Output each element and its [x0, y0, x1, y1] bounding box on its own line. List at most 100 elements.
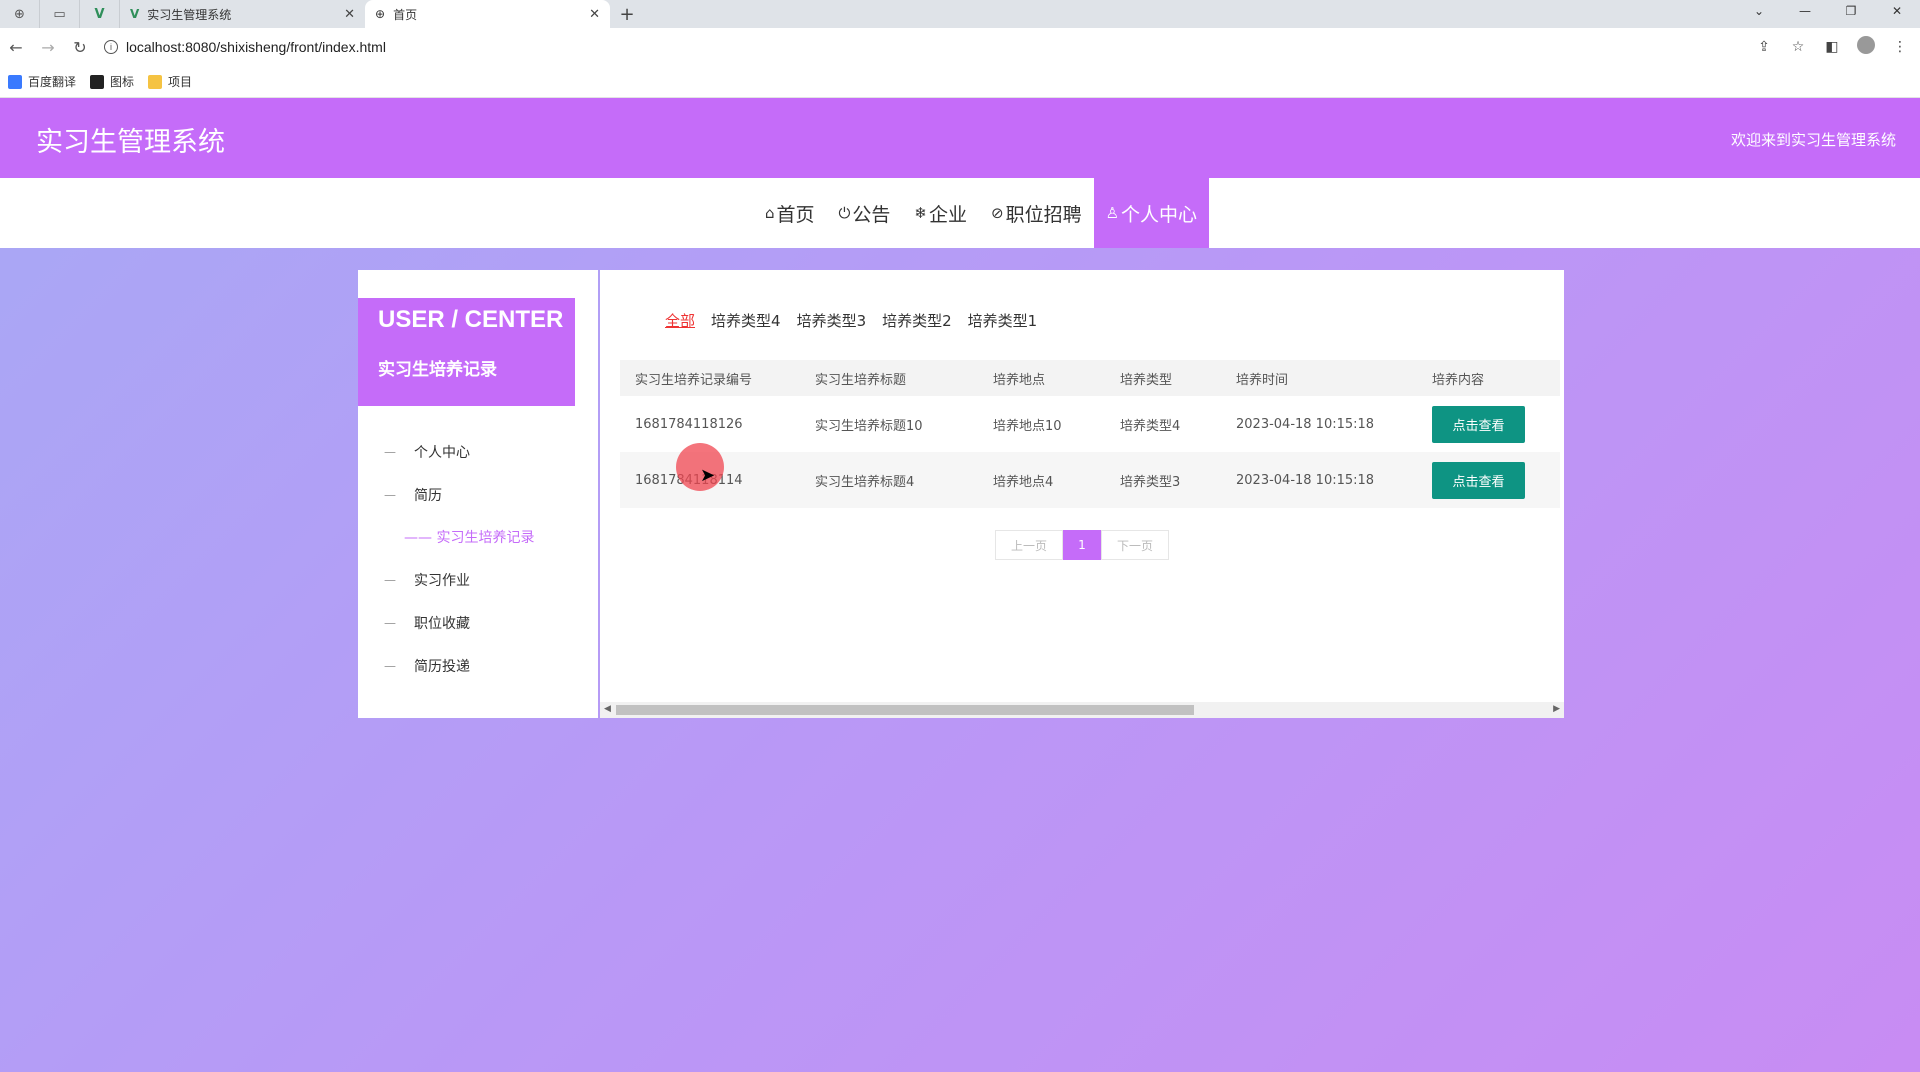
globe-icon[interactable]: ⊕ — [0, 0, 40, 28]
sidebar-item-label: 职位收藏 — [414, 615, 470, 632]
bookmark-icons[interactable]: 图标 — [90, 73, 134, 90]
browser-tab-home[interactable]: ⊕ 首页 ✕ — [365, 0, 610, 28]
view-button[interactable]: 点击查看 — [1432, 461, 1525, 499]
table-header: 实习生培养记录编号 实习生培养标题 培养地点 培养类型 培养时间 培养内容 — [620, 360, 1560, 396]
dash-icon: — — [384, 487, 396, 502]
user-sidebar: USER / CENTER 实习生培养记录 — 个人中心 — 简历 —— 实习生… — [358, 270, 598, 718]
reload-icon[interactable]: ↻ — [64, 38, 96, 57]
sidebar-item-resume[interactable]: — 简历 — [358, 473, 598, 516]
cell-type: 培养类型4 — [1120, 418, 1181, 434]
scroll-right-icon[interactable]: ▶ — [1553, 704, 1560, 714]
sidebar-item-label: 简历 — [414, 487, 442, 504]
info-icon[interactable]: i — [104, 40, 118, 54]
palette-icon: ⊘ — [990, 204, 1004, 222]
back-icon[interactable]: ← — [0, 38, 32, 57]
dash-icon: — — [384, 658, 396, 673]
prev-page-button[interactable]: 上一页 — [995, 530, 1063, 560]
cell-id: 1681784118126 — [635, 416, 743, 432]
cell-title: 实习生培养标题10 — [815, 418, 923, 434]
nav-label: 首页 — [776, 203, 815, 226]
tab-title: 首页 — [393, 7, 418, 22]
horizontal-scrollbar[interactable]: ◀ ▶ — [600, 702, 1564, 718]
share-icon[interactable]: ⇪ — [1754, 39, 1774, 55]
dash-icon: — — [384, 444, 396, 459]
sidebar-item-homework[interactable]: — 实习作业 — [358, 558, 598, 601]
column-header: 培养时间 — [1236, 372, 1289, 388]
new-tab-button[interactable]: + — [610, 0, 644, 28]
site-header: 实习生管理系统 欢迎来到实习生管理系统 — [0, 98, 1920, 178]
url-text[interactable]: localhost:8080/shixisheng/front/index.ht… — [126, 39, 386, 55]
minimize-icon[interactable]: — — [1782, 0, 1828, 24]
sidebar-item-label: 实习作业 — [414, 572, 470, 589]
bookmark-label: 项目 — [168, 75, 193, 89]
nav-label: 企业 — [928, 203, 967, 226]
column-header: 培养内容 — [1432, 372, 1485, 388]
cell-action: 点击查看 — [1432, 405, 1560, 443]
tab-close-icon[interactable]: ✕ — [589, 7, 600, 22]
nav-label: 公告 — [852, 203, 891, 226]
profile-avatar[interactable] — [1856, 36, 1876, 58]
browser-tab-system[interactable]: V 实习生管理系统 ✕ — [120, 0, 365, 28]
translate-icon — [8, 74, 22, 89]
cell-place: 培养地点4 — [993, 474, 1054, 490]
bookmarks-bar: 百度翻译 图标 项目 — [0, 66, 1920, 98]
nav-company[interactable]: ❄ 企业 — [902, 178, 979, 248]
filter-type-2[interactable]: 培养类型2 — [882, 310, 952, 331]
forward-icon[interactable]: → — [32, 38, 64, 57]
restore-icon[interactable]: ❐ — [1828, 0, 1874, 24]
vue-icon[interactable]: V — [80, 0, 120, 28]
filter-all[interactable]: 全部 — [665, 310, 695, 331]
cell-action: 点击查看 — [1432, 461, 1560, 499]
nav-home[interactable]: ⌂ 首页 — [753, 178, 827, 248]
folder-icon — [148, 74, 163, 89]
column-header: 实习生培养记录编号 — [635, 372, 753, 388]
content-panel: 全部 培养类型4 培养类型3 培养类型2 培养类型1 实习生培养记录编号 实习生… — [600, 270, 1564, 718]
mouse-cursor-icon: ➤ — [700, 465, 716, 486]
nav-jobs[interactable]: ⊘ 职位招聘 — [979, 178, 1094, 248]
image-icon — [90, 74, 105, 89]
sidebar-subitem-training-records[interactable]: —— 实习生培养记录 — [358, 516, 598, 558]
cell-type: 培养类型3 — [1120, 474, 1181, 490]
nav-notice[interactable]: ⏻ 公告 — [827, 178, 903, 248]
bookmark-baidu-translate[interactable]: 百度翻译 — [8, 73, 76, 90]
user-icon: ♙ — [1105, 204, 1120, 222]
column-header: 实习生培养标题 — [815, 372, 907, 388]
page-number-button[interactable]: 1 — [1063, 530, 1101, 560]
sidebar-subheading: 实习生培养记录 — [378, 360, 497, 380]
table-row: 1681784118114 实习生培养标题4 培养地点4 培养类型3 2023-… — [620, 452, 1560, 508]
scroll-left-icon[interactable]: ◀ — [604, 704, 611, 714]
view-button[interactable]: 点击查看 — [1432, 405, 1525, 443]
filter-type-4[interactable]: 培养类型4 — [711, 310, 781, 331]
sidebar-item-applications[interactable]: — 简历投递 — [358, 644, 598, 687]
tab-close-icon[interactable]: ✕ — [344, 7, 355, 22]
sidebar-heading: USER / CENTER — [378, 306, 564, 333]
filter-type-1[interactable]: 培养类型1 — [968, 310, 1038, 331]
dash-icon: — — [384, 572, 396, 587]
sidebar-menu: — 个人中心 — 简历 —— 实习生培养记录 — 实习作业 — 职位收藏 — 简… — [358, 430, 598, 687]
filter-type-3[interactable]: 培养类型3 — [797, 310, 867, 331]
star-icon[interactable]: ☆ — [1788, 39, 1808, 55]
bookmark-label: 百度翻译 — [28, 75, 77, 89]
close-icon[interactable]: ✕ — [1874, 0, 1920, 24]
url-field[interactable]: i localhost:8080/shixisheng/front/index.… — [104, 39, 386, 55]
site-title: 实习生管理系统 — [36, 127, 225, 158]
nav-label: 职位招聘 — [1005, 203, 1082, 226]
sidebar-icon[interactable]: ◧ — [1822, 39, 1842, 55]
column-header: 培养类型 — [1120, 372, 1173, 388]
nav-personal-center[interactable]: ♙ 个人中心 — [1093, 178, 1210, 248]
sidebar-item-personal-center[interactable]: — 个人中心 — [358, 430, 598, 473]
bookmark-project[interactable]: 项目 — [148, 73, 192, 90]
main-nav: ⌂ 首页 ⏻ 公告 ❄ 企业 ⊘ 职位招聘 ♙ 个人中心 — [0, 178, 1920, 248]
more-icon[interactable]: ⋮ — [1890, 39, 1910, 55]
sidebar-item-label: 个人中心 — [414, 444, 470, 461]
bookmark-label: 图标 — [110, 75, 135, 89]
sidebar-header: USER / CENTER 实习生培养记录 — [358, 298, 575, 406]
cell-place: 培养地点10 — [993, 418, 1062, 434]
sidebar-item-favorites[interactable]: — 职位收藏 — [358, 601, 598, 644]
scrollbar-thumb[interactable] — [616, 705, 1194, 715]
next-page-button[interactable]: 下一页 — [1101, 530, 1169, 560]
chevron-down-icon[interactable]: ⌄ — [1736, 0, 1782, 24]
address-bar: ← → ↻ i localhost:8080/shixisheng/front/… — [0, 28, 1920, 66]
tab-title: 实习生管理系统 — [147, 7, 232, 22]
blank-tab-icon[interactable]: ▭ — [40, 0, 80, 28]
